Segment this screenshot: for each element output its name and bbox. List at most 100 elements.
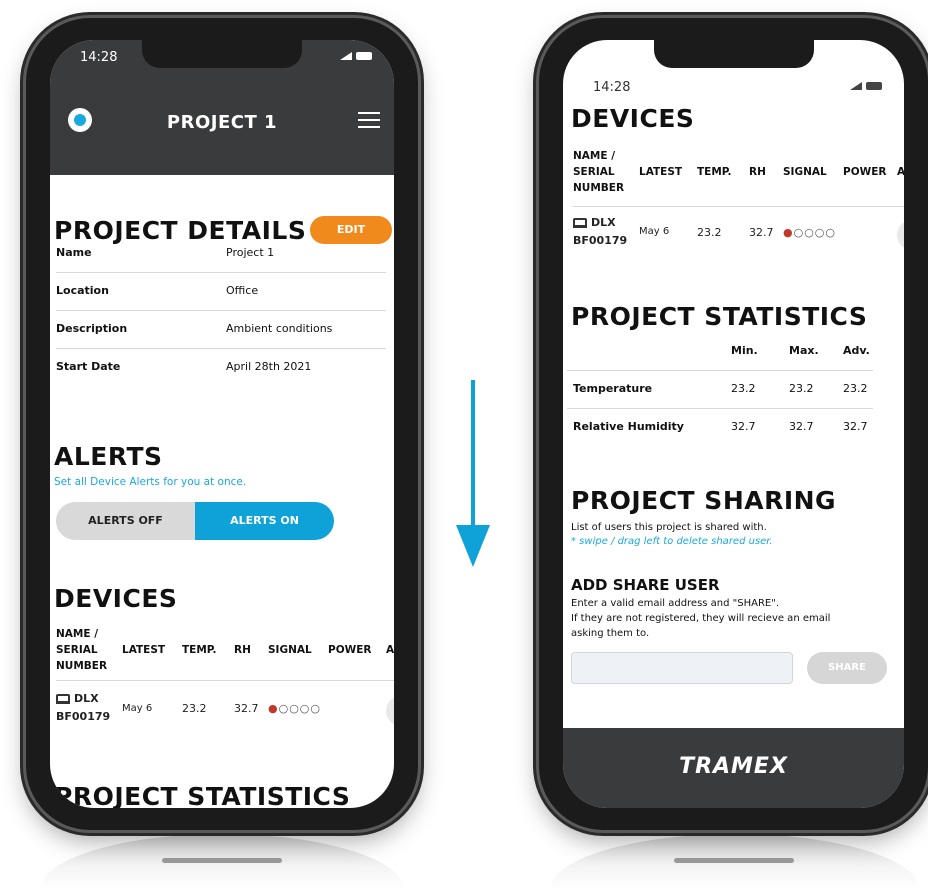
devices-heading: DEVICES: [571, 104, 695, 133]
stats-label: Relative Humidity: [573, 420, 684, 433]
alerts-on-button[interactable]: ALERTS ON: [195, 502, 334, 540]
device-rh: 32.7: [749, 226, 774, 239]
device-serial: BF00179: [56, 710, 111, 723]
stats-row-humidity: Relative Humidity 32.7 32.7 32.7: [567, 408, 873, 446]
stats-col-adv: Adv.: [843, 344, 870, 357]
signal-icon: [340, 52, 352, 60]
project-sharing-heading: PROJECT SHARING: [571, 486, 837, 515]
details-value: April 28th 2021: [226, 360, 312, 373]
details-label: Description: [56, 322, 128, 335]
stats-col-max: Max.: [789, 344, 819, 357]
col-header-line: NAME /: [573, 150, 616, 162]
stats-max: 32.7: [789, 420, 814, 433]
col-a: A: [386, 644, 394, 656]
device-latest: May 6: [122, 703, 153, 714]
details-row-start-date: Start Date April 28th 2021: [56, 348, 386, 386]
alerts-heading: ALERTS: [54, 442, 163, 471]
page-title: PROJECT 1: [166, 112, 278, 133]
col-signal: SIGNAL: [783, 166, 827, 178]
phone-left: 14:28 PROJECT 1 PROJECT DETAILS EDIT Nam…: [26, 18, 418, 830]
details-row-name: Name Project 1: [56, 234, 386, 273]
col-header-line: NAME /: [56, 628, 99, 640]
stats-label: Temperature: [573, 382, 653, 395]
screen-left: 14:28 PROJECT 1 PROJECT DETAILS EDIT Nam…: [50, 40, 394, 808]
share-button[interactable]: SHARE: [807, 652, 887, 684]
sharing-hint: * swipe / drag left to delete shared use…: [571, 536, 773, 547]
status-time: 14:28: [80, 50, 118, 65]
col-power: POWER: [843, 166, 887, 178]
divider: [573, 206, 904, 207]
app-footer: TRAMEX: [563, 728, 904, 808]
device-name[interactable]: DLX: [573, 216, 616, 229]
scroll-down-arrow: [471, 380, 475, 530]
home-indicator-reflection-right: [674, 858, 794, 863]
divider: [56, 680, 394, 681]
add-share-line-3: asking them to.: [571, 628, 650, 639]
stats-min: 23.2: [731, 382, 756, 395]
details-row-location: Location Office: [56, 272, 386, 311]
row-swipe-handle[interactable]: [897, 220, 904, 250]
col-name-serial: NAME / SERIAL NUMBER: [56, 626, 107, 674]
status-icons: [340, 52, 372, 60]
details-value: Ambient conditions: [226, 322, 333, 335]
alerts-off-button[interactable]: ALERTS OFF: [56, 502, 195, 540]
col-power: POWER: [328, 644, 372, 656]
col-name-serial: NAME / SERIAL NUMBER: [573, 148, 624, 196]
sharing-text: List of users this project is shared wit…: [571, 522, 767, 533]
status-time: 14:28: [593, 80, 631, 95]
status-icons: [850, 82, 882, 90]
device-name-label: DLX: [591, 216, 616, 229]
col-latest: LATEST: [639, 166, 683, 178]
phone-right: 14:28 DEVICES NAME / SERIAL NUMBER LATES…: [539, 18, 928, 830]
col-header-line: SERIAL: [573, 166, 615, 178]
app-header: 14:28 PROJECT 1: [50, 40, 394, 175]
device-temp: 23.2: [697, 226, 722, 239]
add-share-user-heading: ADD SHARE USER: [571, 576, 720, 594]
add-share-line-1: Enter a valid email address and "SHARE".: [571, 598, 780, 609]
col-latest: LATEST: [122, 644, 166, 656]
alerts-subtext: Set all Device Alerts for you at once.: [54, 476, 247, 488]
project-statistics-heading: PROJECT STATISTICS: [571, 302, 868, 331]
details-label: Start Date: [56, 360, 121, 373]
stats-row-temperature: Temperature 23.2 23.2 23.2: [567, 370, 873, 409]
footer-logo: TRAMEX: [679, 754, 788, 779]
col-header-line: NUMBER: [56, 660, 108, 672]
device-serial: BF00179: [573, 234, 628, 247]
details-row-description: Description Ambient conditions: [56, 310, 386, 349]
hamburger-menu-icon[interactable]: [358, 112, 380, 128]
scroll-down-arrow-head: [456, 525, 490, 567]
share-email-input[interactable]: [571, 652, 793, 684]
device-icon: [573, 218, 587, 228]
col-a: A: [897, 166, 904, 178]
col-header-line: SERIAL: [56, 644, 98, 656]
screen-right: 14:28 DEVICES NAME / SERIAL NUMBER LATES…: [563, 40, 904, 808]
notch: [653, 40, 814, 68]
device-temp: 23.2: [182, 702, 207, 715]
signal-dots: ●○○○○: [268, 702, 322, 715]
details-label: Location: [56, 284, 109, 297]
col-temp: TEMP.: [182, 644, 217, 656]
col-rh: RH: [749, 166, 766, 178]
row-swipe-handle[interactable]: [386, 696, 394, 726]
stats-min: 32.7: [731, 420, 756, 433]
stats-max: 23.2: [789, 382, 814, 395]
device-rh: 32.7: [234, 702, 259, 715]
col-temp: TEMP.: [697, 166, 732, 178]
project-statistics-heading: PROJECT STATISTICS: [54, 782, 351, 808]
signal-dots: ●○○○○: [783, 226, 837, 239]
device-latest: May 6: [639, 226, 670, 237]
device-icon: [56, 694, 70, 704]
details-value: Office: [226, 284, 259, 297]
devices-heading: DEVICES: [54, 584, 178, 613]
battery-icon: [866, 82, 882, 90]
device-name-label: DLX: [74, 692, 99, 705]
col-rh: RH: [234, 644, 251, 656]
signal-icon: [850, 82, 862, 90]
device-name[interactable]: DLX: [56, 692, 99, 705]
col-header-line: NUMBER: [573, 182, 625, 194]
alerts-toggle[interactable]: ALERTS OFF ALERTS ON: [56, 502, 334, 540]
stats-col-min: Min.: [731, 344, 758, 357]
details-label: Name: [56, 246, 92, 259]
battery-icon: [356, 52, 372, 60]
stats-adv: 32.7: [843, 420, 868, 433]
